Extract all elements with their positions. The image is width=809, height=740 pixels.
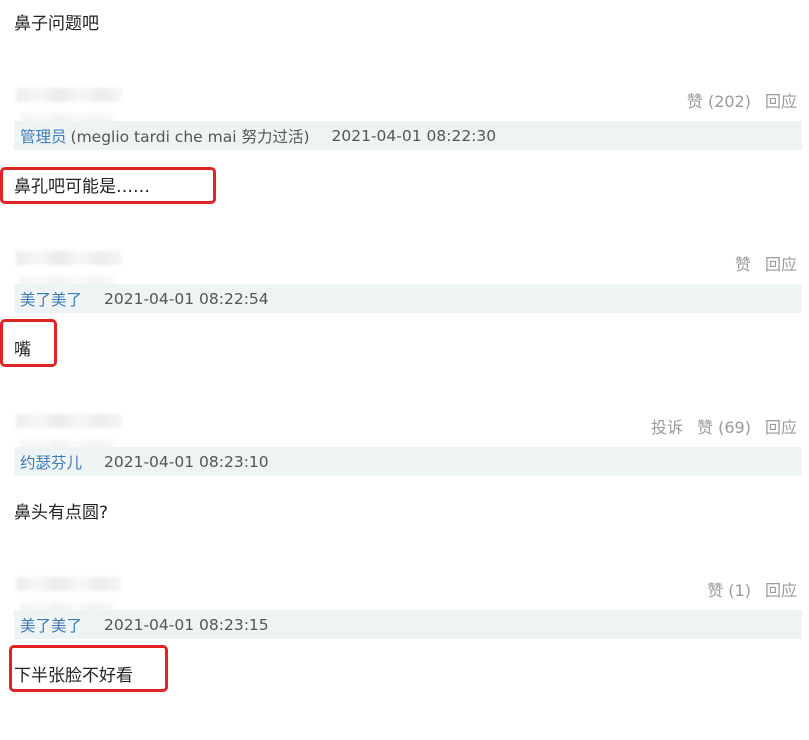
comment-meta: 美了美了 2021-04-01 08:22:54	[14, 284, 802, 313]
comment-item: 投诉 赞 (69) 回应 约瑟芬儿 2021-04-01 08:23:10 鼻头…	[0, 414, 809, 577]
username-link[interactable]: 约瑟芬儿	[20, 451, 82, 473]
comment-timestamp: 2021-04-01 08:23:15	[104, 615, 269, 634]
blurred-avatar	[16, 414, 122, 428]
comment-actions: 赞 回应	[735, 251, 797, 275]
reply-button[interactable]: 回应	[765, 251, 797, 275]
comment-timestamp: 2021-04-01 08:22:30	[331, 126, 497, 145]
user-note: (meglio tardi che mai 努力过活)	[70, 127, 310, 146]
comment-actions: 赞 (1) 回应	[707, 577, 797, 601]
blurred-avatar	[16, 577, 122, 591]
comment-meta: 美了美了 2021-04-01 08:23:15	[14, 610, 802, 639]
comment-text: 鼻头有点圆?	[14, 503, 109, 523]
highlight-box	[0, 319, 57, 367]
highlight-box	[9, 645, 168, 692]
comment-timestamp: 2021-04-01 08:23:10	[104, 452, 269, 471]
comment-item: 赞 回应 美了美了 2021-04-01 08:22:54 嘴	[0, 251, 809, 414]
username-link[interactable]: 美了美了	[20, 288, 82, 310]
reply-button[interactable]: 回应	[765, 577, 797, 601]
comment-actions: 投诉 赞 (69) 回应	[651, 414, 797, 438]
like-button[interactable]: 赞 (202)	[687, 88, 751, 112]
highlight-box	[0, 167, 216, 204]
report-button[interactable]: 投诉	[651, 414, 683, 438]
comment-actions: 赞 (202) 回应	[687, 88, 797, 112]
previous-comment-text: 鼻子问题吧	[14, 14, 99, 34]
comment-timestamp: 2021-04-01 08:22:54	[104, 289, 269, 308]
username-link[interactable]: 美了美了	[20, 614, 82, 636]
blurred-avatar	[16, 251, 122, 265]
comment-meta: 管理员 (meglio tardi che mai 努力过活) 2021-04-…	[14, 121, 802, 150]
like-button[interactable]: 赞 (69)	[697, 414, 751, 438]
like-button[interactable]: 赞 (1)	[707, 577, 751, 601]
blurred-avatar	[16, 88, 122, 102]
reply-button[interactable]: 回应	[765, 88, 797, 112]
comment-meta: 约瑟芬儿 2021-04-01 08:23:10	[14, 447, 802, 476]
reply-button[interactable]: 回应	[765, 414, 797, 438]
username-link[interactable]: 管理员	[20, 125, 67, 147]
like-button[interactable]: 赞	[735, 251, 751, 275]
